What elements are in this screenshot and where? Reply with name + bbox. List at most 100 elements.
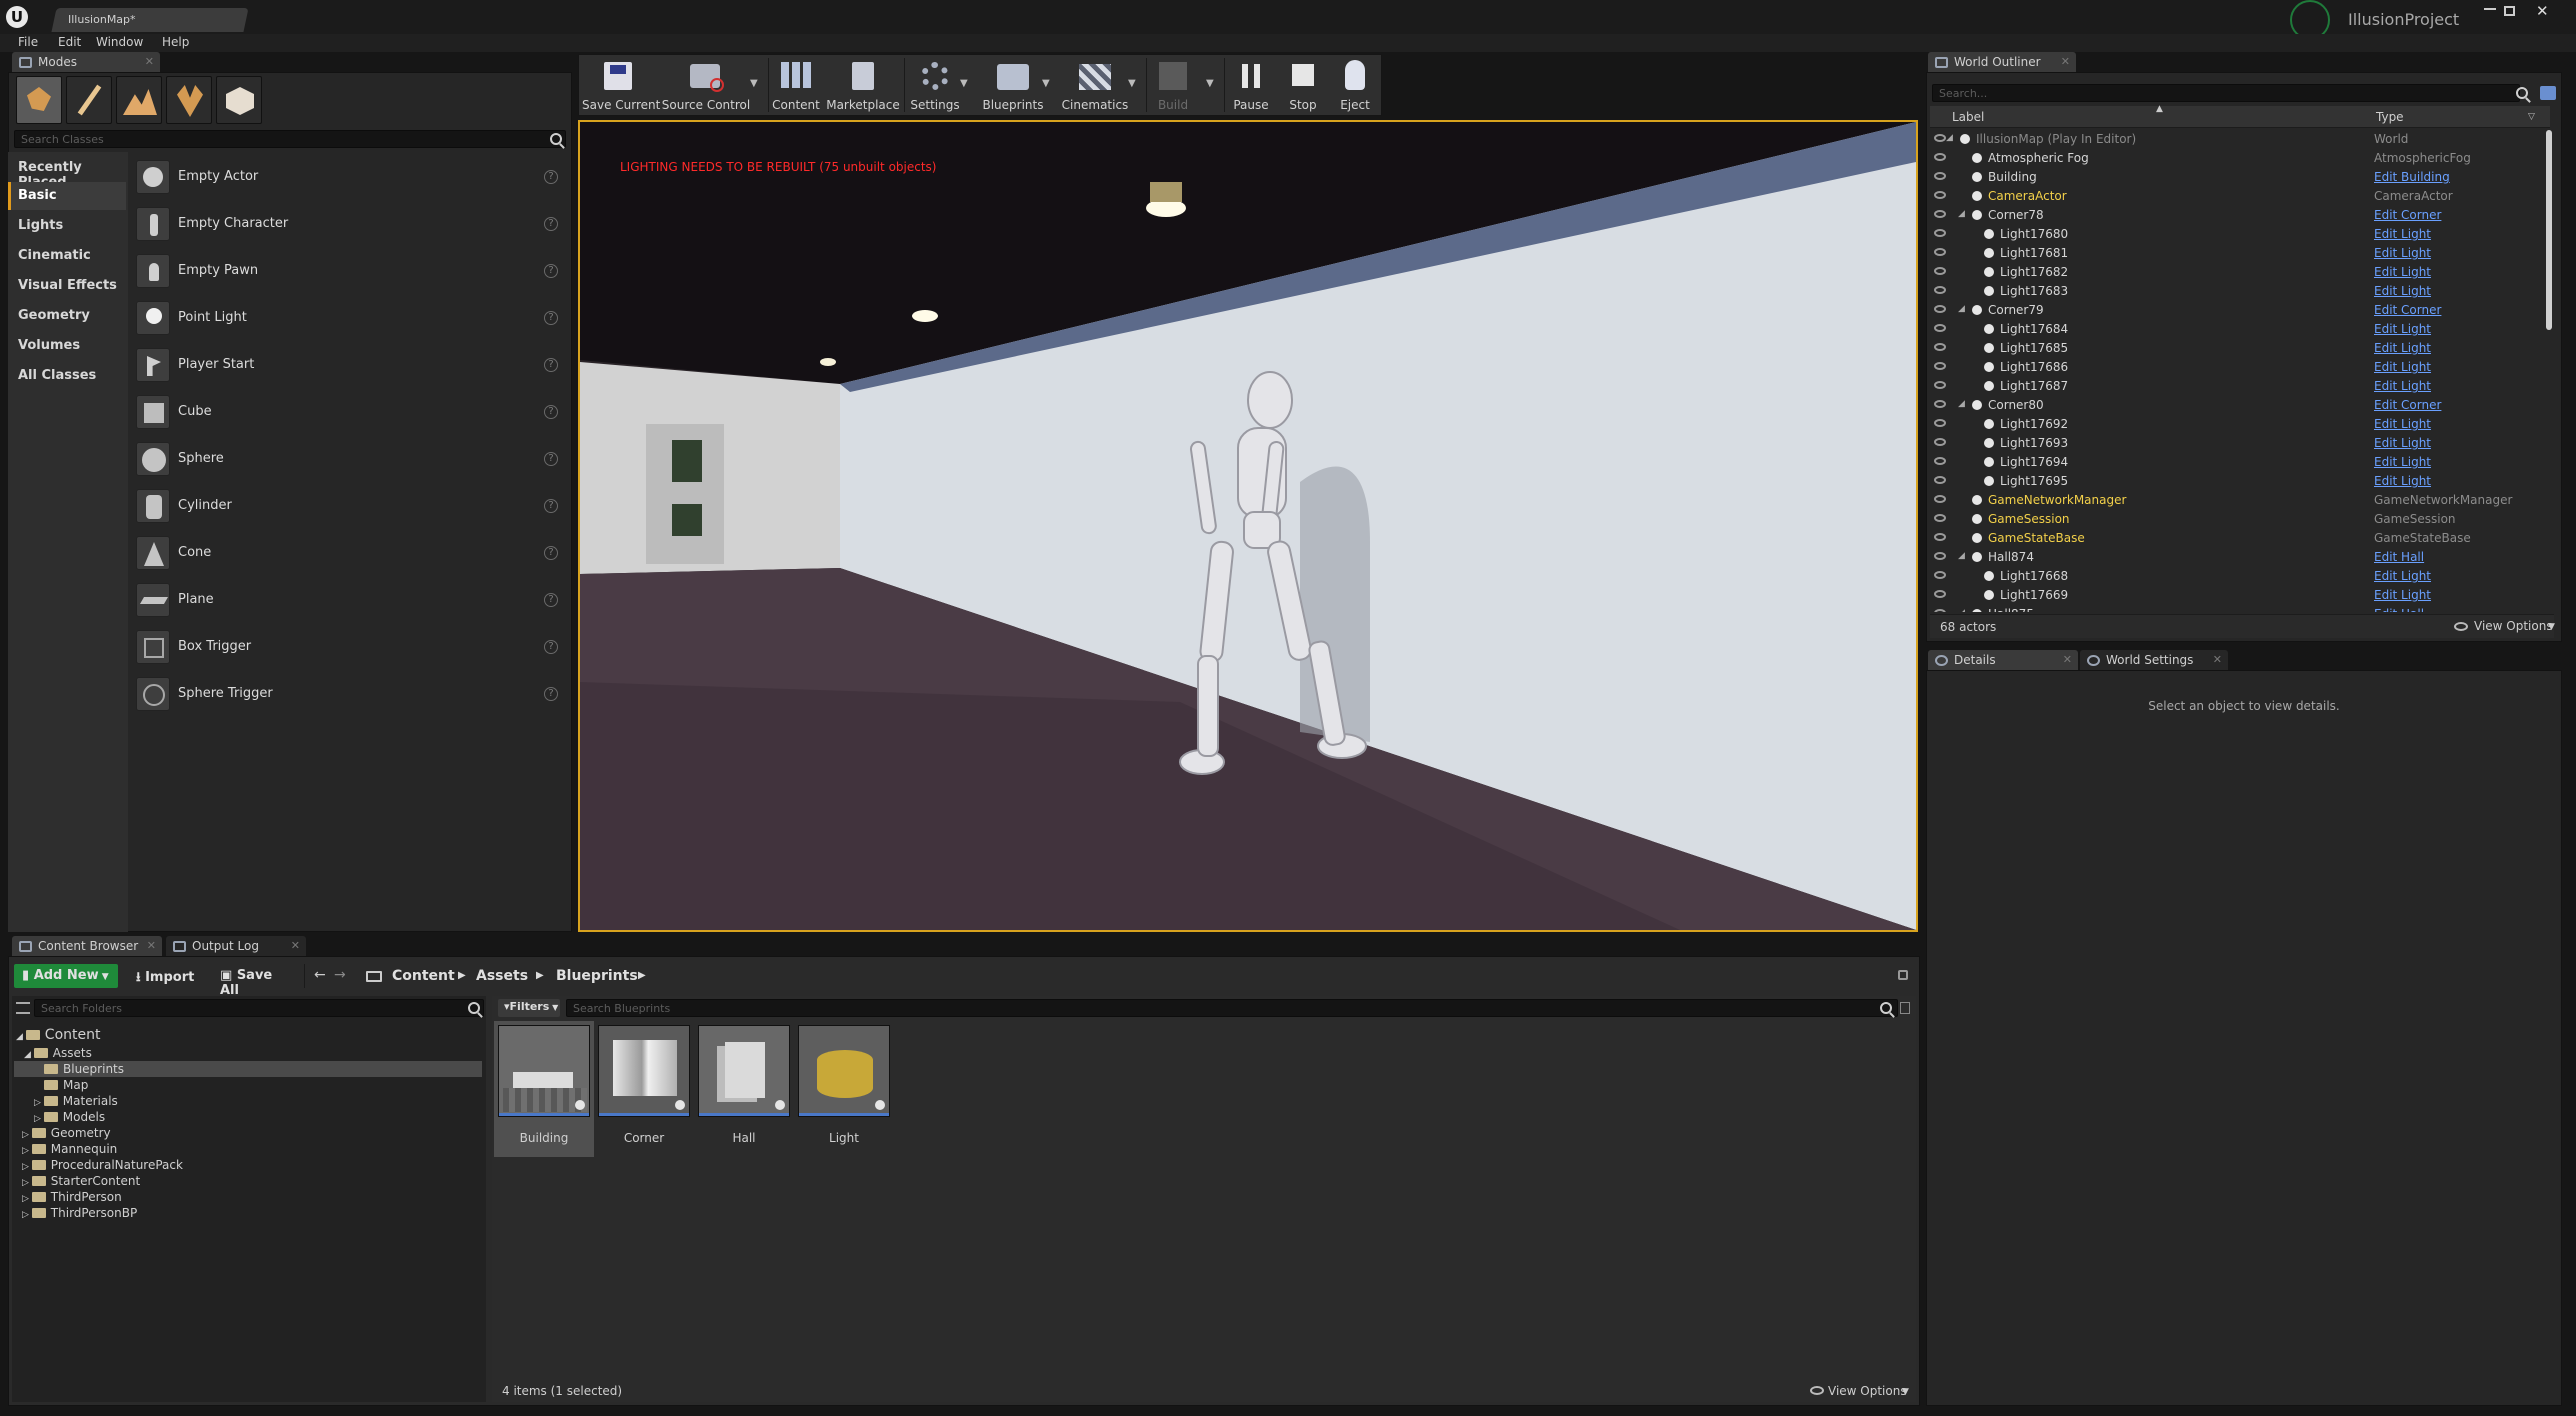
close-icon[interactable]: ✕: [147, 939, 156, 952]
asset-light[interactable]: Light: [798, 1025, 890, 1153]
close-icon[interactable]: ✕: [291, 939, 300, 952]
edit-blueprint-link[interactable]: Edit Corner: [2374, 208, 2441, 222]
outliner-row[interactable]: Light17694 Edit Light: [1928, 453, 2550, 472]
outliner-row[interactable]: Light17687 Edit Light: [1928, 377, 2550, 396]
close-icon[interactable]: ✕: [2213, 653, 2222, 666]
edit-blueprint-link[interactable]: Edit Light: [2374, 284, 2431, 298]
visibility-eye-icon[interactable]: [1934, 286, 1946, 294]
tree-expand-icon[interactable]: ◢: [1958, 608, 1965, 612]
visibility-eye-icon[interactable]: [1934, 514, 1946, 522]
edit-blueprint-link[interactable]: Edit Light: [2374, 246, 2431, 260]
forward-arrow-icon[interactable]: →: [334, 967, 346, 983]
visibility-eye-icon[interactable]: [1934, 191, 1946, 199]
tree-item-geometry[interactable]: ▷ Geometry: [22, 1126, 111, 1140]
outliner-row[interactable]: GameStateBase GameStateBase: [1928, 529, 2550, 548]
visibility-eye-icon[interactable]: [1934, 134, 1946, 142]
edit-blueprint-link[interactable]: Edit Light: [2374, 227, 2431, 241]
asset-hall[interactable]: Hall: [698, 1025, 790, 1153]
tree-item-map[interactable]: Map: [44, 1078, 88, 1092]
visibility-eye-icon[interactable]: [1934, 552, 1946, 560]
lock-icon[interactable]: [1898, 970, 1908, 980]
visibility-eye-icon[interactable]: [1934, 248, 1946, 256]
visibility-eye-icon[interactable]: [1934, 381, 1946, 389]
outliner-row[interactable]: Light17680 Edit Light: [1928, 225, 2550, 244]
visibility-eye-icon[interactable]: [1934, 457, 1946, 465]
tree-item-materials[interactable]: ▷ Materials: [34, 1094, 118, 1108]
breadcrumb-assets[interactable]: Assets: [476, 968, 528, 984]
edit-blueprint-link[interactable]: Edit Light: [2374, 455, 2431, 469]
content-view-options[interactable]: View Options: [1828, 1384, 1907, 1398]
outliner-row[interactable]: ◢ Hall875 Edit Hall: [1928, 605, 2550, 612]
column-view-icon[interactable]: [1900, 1002, 1910, 1014]
visibility-eye-icon[interactable]: [1934, 267, 1946, 275]
asset-corner[interactable]: Corner: [598, 1025, 690, 1153]
back-arrow-icon[interactable]: ←: [314, 967, 326, 983]
save-all-button[interactable]: ▣ Save All: [212, 964, 300, 998]
edit-blueprint-link[interactable]: Edit Corner: [2374, 303, 2441, 317]
visibility-eye-icon[interactable]: [1934, 172, 1946, 180]
edit-blueprint-link[interactable]: Edit Light: [2374, 265, 2431, 279]
outliner-row[interactable]: Light17693 Edit Light: [1928, 434, 2550, 453]
tab-output-log[interactable]: Output Log ✕: [166, 936, 306, 958]
visibility-eye-icon[interactable]: [1934, 476, 1946, 484]
chevron-down-icon[interactable]: ▼: [1902, 1387, 1909, 1397]
visibility-eye-icon[interactable]: [1934, 229, 1946, 237]
outliner-row[interactable]: Light17682 Edit Light: [1928, 263, 2550, 282]
edit-blueprint-link[interactable]: Edit Hall: [2374, 607, 2424, 612]
visibility-eye-icon[interactable]: [1934, 495, 1946, 503]
breadcrumb-blueprints[interactable]: Blueprints: [556, 968, 638, 984]
tab-content-browser[interactable]: Content Browser ✕: [12, 936, 162, 958]
outliner-row[interactable]: Building Edit Building: [1928, 168, 2550, 187]
outliner-row[interactable]: GameSession GameSession: [1928, 510, 2550, 529]
edit-blueprint-link[interactable]: Edit Light: [2374, 569, 2431, 583]
close-icon[interactable]: ✕: [2063, 653, 2072, 666]
outliner-row[interactable]: CameraActor CameraActor: [1928, 187, 2550, 206]
outliner-row[interactable]: Light17695 Edit Light: [1928, 472, 2550, 491]
tree-item-models[interactable]: ▷ Models: [34, 1110, 105, 1124]
tree-item-proceduralnaturepack[interactable]: ▷ ProceduralNaturePack: [22, 1158, 183, 1172]
outliner-row[interactable]: Light17669 Edit Light: [1928, 586, 2550, 605]
add-new-button[interactable]: ▮ Add New ▼: [14, 964, 118, 988]
tree-expand-icon[interactable]: ◢: [1946, 133, 1953, 143]
tree-expand-icon[interactable]: ◢: [1958, 209, 1965, 219]
place-item-box-trigger[interactable]: Box Trigger?: [132, 624, 568, 671]
breadcrumb-content[interactable]: Content: [392, 968, 455, 984]
outliner-row[interactable]: ◢ Corner79 Edit Corner: [1928, 301, 2550, 320]
outliner-row[interactable]: GameNetworkManager GameNetworkManager: [1928, 491, 2550, 510]
outliner-row[interactable]: Light17684 Edit Light: [1928, 320, 2550, 339]
edit-blueprint-link[interactable]: Edit Light: [2374, 341, 2431, 355]
tree-item-content[interactable]: ◢ Content: [16, 1027, 100, 1043]
tree-item-startercontent[interactable]: ▷ StarterContent: [22, 1174, 140, 1188]
edit-blueprint-link[interactable]: Edit Light: [2374, 474, 2431, 488]
tab-details[interactable]: Details ✕: [1928, 650, 2078, 672]
filters-button[interactable]: ▾Filters ▼: [498, 999, 560, 1017]
visibility-eye-icon[interactable]: [1934, 609, 1946, 612]
outliner-row[interactable]: Light17686 Edit Light: [1928, 358, 2550, 377]
edit-blueprint-link[interactable]: Edit Light: [2374, 588, 2431, 602]
chevron-down-icon[interactable]: ▼: [2548, 622, 2555, 632]
edit-blueprint-link[interactable]: Edit Corner: [2374, 398, 2441, 412]
visibility-eye-icon[interactable]: [1934, 533, 1946, 541]
outliner-row[interactable]: ◢ Corner80 Edit Corner: [1928, 396, 2550, 415]
place-item-sphere-trigger[interactable]: Sphere Trigger?: [132, 671, 568, 718]
help-icon[interactable]: ?: [544, 687, 558, 701]
edit-blueprint-link[interactable]: Edit Hall: [2374, 550, 2424, 564]
visibility-eye-icon[interactable]: [1934, 419, 1946, 427]
visibility-eye-icon[interactable]: [1934, 590, 1946, 598]
tree-expand-icon[interactable]: ◢: [1958, 551, 1965, 561]
edit-blueprint-link[interactable]: Edit Light: [2374, 436, 2431, 450]
tree-view-toggle-icon[interactable]: [16, 1002, 30, 1014]
help-icon[interactable]: ?: [544, 640, 558, 654]
outliner-row[interactable]: Light17668 Edit Light: [1928, 567, 2550, 586]
asset-search-input[interactable]: Search Blueprints: [566, 999, 1898, 1017]
tree-item-assets[interactable]: ◢ Assets: [24, 1046, 92, 1060]
tree-expand-icon[interactable]: ◢: [1958, 304, 1965, 314]
tree-item-mannequin[interactable]: ▷ Mannequin: [22, 1142, 117, 1156]
outliner-row[interactable]: ◢ Hall874 Edit Hall: [1928, 548, 2550, 567]
asset-building[interactable]: Building: [498, 1025, 590, 1153]
folder-search-input[interactable]: Search Folders: [34, 999, 484, 1017]
outliner-row[interactable]: Light17683 Edit Light: [1928, 282, 2550, 301]
edit-blueprint-link[interactable]: Edit Light: [2374, 322, 2431, 336]
outliner-row[interactable]: Light17692 Edit Light: [1928, 415, 2550, 434]
visibility-eye-icon[interactable]: [1934, 153, 1946, 161]
